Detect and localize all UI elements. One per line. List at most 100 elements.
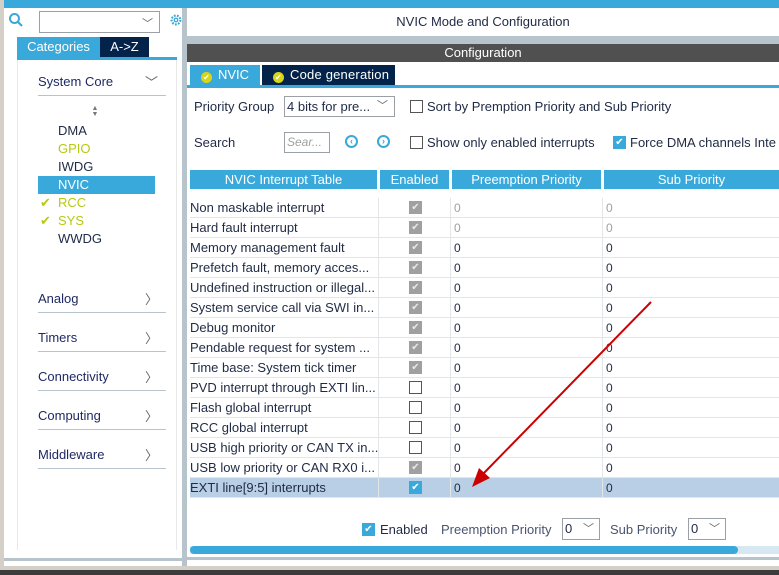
preemption-priority-cell[interactable]: 0	[451, 358, 603, 378]
category-computing[interactable]: Computing 〉	[38, 402, 166, 430]
interrupt-enabled-checkbox[interactable]: ✔	[409, 241, 422, 254]
column-header-enabled[interactable]: Enabled	[380, 170, 449, 189]
interrupt-enabled-checkbox[interactable]	[409, 381, 422, 394]
search-icon[interactable]	[8, 12, 24, 28]
preemption-priority-select[interactable]: 0 ﹀	[562, 518, 600, 540]
show-enabled-only-checkbox[interactable]	[410, 136, 423, 149]
sub-priority-cell[interactable]: 0	[603, 358, 779, 378]
table-row[interactable]: Undefined instruction or illegal... ✔ 0 0	[190, 278, 779, 298]
component-search-input[interactable]: ﹀	[39, 11, 160, 33]
table-row[interactable]: Debug monitor ✔ 0 0	[190, 318, 779, 338]
table-row[interactable]: RCC global interrupt 0 0	[190, 418, 779, 438]
sub-priority-select[interactable]: 0 ﹀	[688, 518, 726, 540]
preemption-priority-cell[interactable]: 0	[451, 218, 603, 238]
tab-a-to-z[interactable]: A->Z	[100, 37, 149, 57]
interrupt-enabled-checkbox[interactable]: ✔	[409, 321, 422, 334]
category-analog[interactable]: Analog 〉	[38, 285, 166, 313]
interrupt-enabled-checkbox[interactable]: ✔	[409, 281, 422, 294]
sub-priority-cell[interactable]: 0	[603, 238, 779, 258]
sub-priority-cell[interactable]: 0	[603, 438, 779, 458]
interrupt-enabled-checkbox[interactable]	[409, 441, 422, 454]
category-timers[interactable]: Timers 〉	[38, 324, 166, 352]
sort-arrows-icon[interactable]: ▲ ▼	[90, 105, 100, 120]
interrupt-enabled-checkbox[interactable]	[409, 401, 422, 414]
preemption-priority-cell[interactable]: 0	[451, 278, 603, 298]
core-item-wwdg[interactable]: WWDG	[38, 230, 155, 248]
column-header-preemption[interactable]: Preemption Priority	[452, 170, 601, 189]
chevron-down-icon[interactable]: ﹀	[142, 15, 153, 31]
sub-priority-cell[interactable]: 0	[603, 198, 779, 218]
preemption-priority-cell[interactable]: 0	[451, 338, 603, 358]
interrupt-enabled-checkbox[interactable]: ✔	[409, 221, 422, 234]
enabled-cell: ✔	[379, 298, 451, 318]
preemption-priority-cell[interactable]: 0	[451, 398, 603, 418]
table-row[interactable]: Non maskable interrupt ✔ 0 0	[190, 198, 779, 218]
table-row[interactable]: USB low priority or CAN RX0 i... ✔ 0 0	[190, 458, 779, 478]
sub-priority-cell[interactable]: 0	[603, 258, 779, 278]
core-item-rcc[interactable]: ✔ RCC	[38, 194, 155, 212]
table-row[interactable]: System service call via SWI in... ✔ 0 0	[190, 298, 779, 318]
tab-nvic[interactable]: ✔ NVIC	[190, 65, 260, 85]
preemption-priority-cell[interactable]: 0	[451, 318, 603, 338]
interrupt-enabled-checkbox[interactable]: ✔	[409, 301, 422, 314]
sub-priority-cell[interactable]: 0	[603, 378, 779, 398]
category-middleware[interactable]: Middleware 〉	[38, 441, 166, 469]
interrupt-search-input[interactable]: Sear...	[284, 132, 330, 153]
enabled-checkbox[interactable]: ✔	[362, 523, 375, 536]
tab-categories[interactable]: Categories	[17, 37, 100, 57]
table-row[interactable]: Pendable request for system ... ✔ 0 0	[190, 338, 779, 358]
preemption-priority-cell[interactable]: 0	[451, 198, 603, 218]
core-item-nvic[interactable]: NVIC	[38, 176, 155, 194]
preemption-priority-cell[interactable]: 0	[451, 258, 603, 278]
tab-code-generation[interactable]: ✔ Code generation	[262, 65, 395, 85]
search-next-button[interactable]: ›	[377, 135, 390, 148]
interrupt-enabled-checkbox[interactable]: ✔	[409, 481, 422, 494]
interrupt-enabled-checkbox[interactable]: ✔	[409, 341, 422, 354]
force-dma-checkbox[interactable]: ✔	[613, 136, 626, 149]
core-item-dma[interactable]: DMA	[38, 122, 155, 140]
column-header-interrupt[interactable]: NVIC Interrupt Table	[190, 170, 377, 189]
preemption-priority-cell[interactable]: 0	[451, 438, 603, 458]
interrupt-enabled-checkbox[interactable]: ✔	[409, 261, 422, 274]
sort-priority-checkbox[interactable]	[410, 100, 423, 113]
category-connectivity[interactable]: Connectivity 〉	[38, 363, 166, 391]
sub-priority-cell[interactable]: 0	[603, 418, 779, 438]
core-item-iwdg[interactable]: IWDG	[38, 158, 155, 176]
table-row[interactable]: Hard fault interrupt ✔ 0 0	[190, 218, 779, 238]
table-row[interactable]: Flash global interrupt 0 0	[190, 398, 779, 418]
sub-priority-cell[interactable]: 0	[603, 478, 779, 498]
core-item-gpio[interactable]: GPIO	[38, 140, 155, 158]
preemption-priority-cell[interactable]: 0	[451, 478, 603, 498]
sub-priority-cell[interactable]: 0	[603, 278, 779, 298]
panel-splitter[interactable]	[182, 8, 187, 566]
category-label: Timers	[38, 330, 78, 345]
preemption-priority-cell[interactable]: 0	[451, 418, 603, 438]
sub-priority-cell[interactable]: 0	[603, 318, 779, 338]
column-header-sub-priority[interactable]: Sub Priority	[604, 170, 779, 189]
preemption-priority-cell[interactable]: 0	[451, 238, 603, 258]
table-row[interactable]: USB high priority or CAN TX in... 0 0	[190, 438, 779, 458]
preemption-priority-cell[interactable]: 0	[451, 298, 603, 318]
table-row[interactable]: Prefetch fault, memory acces... ✔ 0 0	[190, 258, 779, 278]
interrupt-enabled-checkbox[interactable]: ✔	[409, 361, 422, 374]
sub-priority-cell[interactable]: 0	[603, 338, 779, 358]
table-row[interactable]: EXTI line[9:5] interrupts ✔ 0 0	[190, 478, 779, 498]
sub-priority-cell[interactable]: 0	[603, 398, 779, 418]
table-row[interactable]: PVD interrupt through EXTI lin... 0 0	[190, 378, 779, 398]
gear-icon[interactable]	[169, 12, 183, 28]
table-row[interactable]: Memory management fault ✔ 0 0	[190, 238, 779, 258]
core-item-sys[interactable]: ✔ SYS	[38, 212, 155, 230]
horizontal-scrollbar-thumb[interactable]	[190, 546, 738, 554]
sub-priority-cell[interactable]: 0	[603, 298, 779, 318]
table-row[interactable]: Time base: System tick timer ✔ 0 0	[190, 358, 779, 378]
preemption-priority-cell[interactable]: 0	[451, 458, 603, 478]
interrupt-enabled-checkbox[interactable]: ✔	[409, 461, 422, 474]
sub-priority-cell[interactable]: 0	[603, 458, 779, 478]
interrupt-enabled-checkbox[interactable]: ✔	[409, 201, 422, 214]
priority-group-select[interactable]: 4 bits for pre... ﹀	[284, 96, 395, 117]
search-previous-button[interactable]: ‹	[345, 135, 358, 148]
interrupt-enabled-checkbox[interactable]	[409, 421, 422, 434]
category-system-core[interactable]: System Core ﹀	[38, 68, 166, 96]
sub-priority-cell[interactable]: 0	[603, 218, 779, 238]
preemption-priority-cell[interactable]: 0	[451, 378, 603, 398]
